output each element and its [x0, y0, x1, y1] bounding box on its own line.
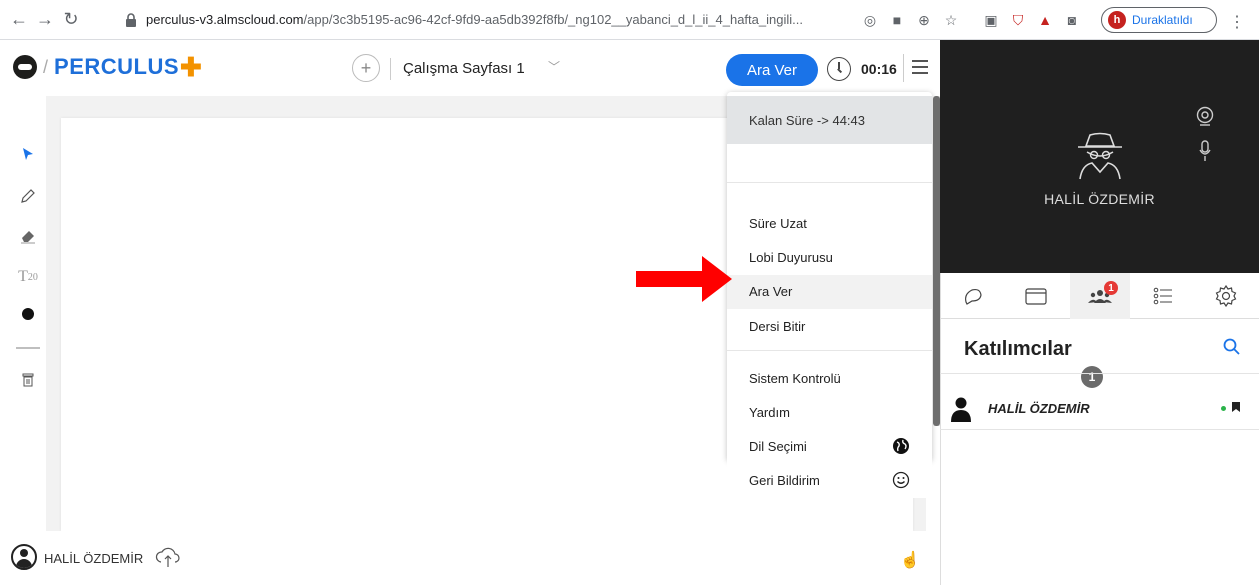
- chrome-menu-icon[interactable]: ⋮: [1229, 12, 1245, 32]
- select-tool-icon[interactable]: [10, 140, 46, 168]
- browser-toolbar: ← → ↻ perculus-v3.almscloud.com/app/3c3b…: [0, 0, 1259, 40]
- zoom-icon[interactable]: ⊕: [915, 11, 933, 29]
- logo-mark-icon: [13, 55, 37, 79]
- globe-icon: [893, 438, 909, 454]
- menu-item-system-check[interactable]: Sistem Kontrolü: [727, 362, 932, 396]
- menu-item-extend-time[interactable]: Süre Uzat: [727, 207, 932, 241]
- microphone-icon[interactable]: [1199, 140, 1211, 162]
- forward-icon[interactable]: →: [32, 7, 58, 33]
- list-icon: [1153, 287, 1172, 305]
- video-panel: HALİL ÖZDEMİR: [940, 40, 1259, 273]
- webcam-icon[interactable]: [1195, 106, 1215, 126]
- bookmark-icon: [1232, 402, 1240, 412]
- pencil-tool-icon[interactable]: [10, 182, 46, 210]
- profile-avatar: h: [1108, 11, 1126, 29]
- menu-item-language[interactable]: Dil Seçimi: [727, 430, 932, 464]
- session-timer: 00:16: [861, 61, 897, 77]
- list-item[interactable]: HALİL ÖZDEMİR: [940, 390, 1259, 430]
- menu-item-help[interactable]: Yardım: [727, 396, 932, 430]
- screenshot-icon[interactable]: ◙: [1063, 11, 1081, 29]
- pdf-extension-icon[interactable]: ▲: [1036, 11, 1054, 29]
- video-user-name: HALİL ÖZDEMİR: [1044, 191, 1155, 207]
- ublock-icon[interactable]: ⛉: [1009, 11, 1027, 29]
- user-icon: [951, 397, 971, 422]
- gear-icon: [1215, 285, 1237, 307]
- logo-plus-icon: ✚: [180, 52, 202, 82]
- reload-icon[interactable]: ↻: [58, 7, 84, 33]
- profile-button[interactable]: h Duraklatıldı: [1101, 7, 1217, 33]
- profile-status: Duraklatıldı: [1132, 13, 1193, 27]
- chat-icon: [965, 288, 982, 305]
- line-width-icon[interactable]: [10, 334, 46, 362]
- tab-participants[interactable]: 1: [1070, 273, 1130, 319]
- participants-count: 1: [1081, 366, 1103, 388]
- participants-title: Katılımcılar: [964, 338, 1072, 360]
- location-icon[interactable]: ◎: [861, 11, 879, 29]
- bookmark-star-icon[interactable]: ☆: [942, 11, 960, 29]
- tab-settings[interactable]: [1196, 273, 1256, 319]
- avatar: [11, 544, 37, 570]
- address-bar[interactable]: perculus-v3.almscloud.com/app/3c3b5195-a…: [146, 12, 803, 27]
- search-icon[interactable]: [1222, 337, 1242, 357]
- break-button[interactable]: Ara Ver: [726, 54, 818, 86]
- whiteboard-toolbar: T 20: [10, 140, 46, 400]
- page-title[interactable]: Çalışma Sayfası 1: [403, 60, 525, 77]
- participant-name: HALİL ÖZDEMİR: [988, 401, 1090, 416]
- camera-icon[interactable]: ■: [888, 11, 906, 29]
- menu-item-lobby-announcement[interactable]: Lobi Duyurusu: [727, 241, 932, 275]
- text-tool-icon[interactable]: T 20: [10, 263, 46, 291]
- eraser-tool-icon[interactable]: [10, 222, 46, 250]
- chevron-down-icon[interactable]: ﹀: [548, 58, 560, 75]
- hamburger-menu-icon[interactable]: [912, 60, 928, 74]
- menu-scrollbar[interactable]: [933, 96, 940, 426]
- menu-item-break[interactable]: Ara Ver: [727, 275, 932, 309]
- side-tabs: 1: [940, 273, 1259, 319]
- participants-badge: 1: [1104, 281, 1118, 295]
- lock-icon: [126, 13, 136, 27]
- perculus-app: / PERCULUS ✚ + Çalışma Sayfası 1 ﹀ Ara V…: [0, 40, 1259, 585]
- back-icon[interactable]: ←: [6, 7, 32, 33]
- menu-item-feedback-label: Geri Bildirim: [749, 473, 820, 488]
- clock-icon: [827, 57, 851, 81]
- menu-item-feedback[interactable]: Geri Bildirim: [727, 464, 932, 498]
- red-arrow-annotation: [636, 256, 732, 302]
- remaining-time: Kalan Süre -> 44:43: [727, 96, 932, 144]
- online-status-icon: [1221, 406, 1226, 411]
- extension-icon[interactable]: ▣: [982, 11, 1000, 29]
- cloud-upload-icon[interactable]: [154, 546, 182, 568]
- incognito-avatar-icon: [1078, 132, 1122, 180]
- logo-text: PERCULUS: [54, 54, 180, 79]
- tab-list[interactable]: [1133, 273, 1193, 319]
- current-user-name: HALİL ÖZDEMİR: [44, 551, 144, 566]
- main-menu-dropdown: Kalan Süre -> 44:43 Süre Uzat Lobi Duyur…: [727, 92, 932, 461]
- logo: / PERCULUS ✚: [13, 54, 202, 80]
- raise-hand-icon[interactable]: ☝: [900, 550, 920, 570]
- trash-icon[interactable]: [10, 366, 46, 394]
- add-page-button[interactable]: +: [352, 54, 380, 82]
- menu-item-language-label: Dil Seçimi: [749, 439, 807, 454]
- color-picker-icon[interactable]: [10, 300, 46, 328]
- top-bar: / PERCULUS ✚ + Çalışma Sayfası 1 ﹀ Ara V…: [0, 40, 940, 96]
- smiley-icon: [892, 471, 910, 489]
- tab-files[interactable]: [1006, 273, 1066, 319]
- folder-icon: [1025, 288, 1047, 305]
- menu-item-end-lesson[interactable]: Dersi Bitir: [727, 310, 932, 344]
- tab-chat[interactable]: [943, 273, 1003, 319]
